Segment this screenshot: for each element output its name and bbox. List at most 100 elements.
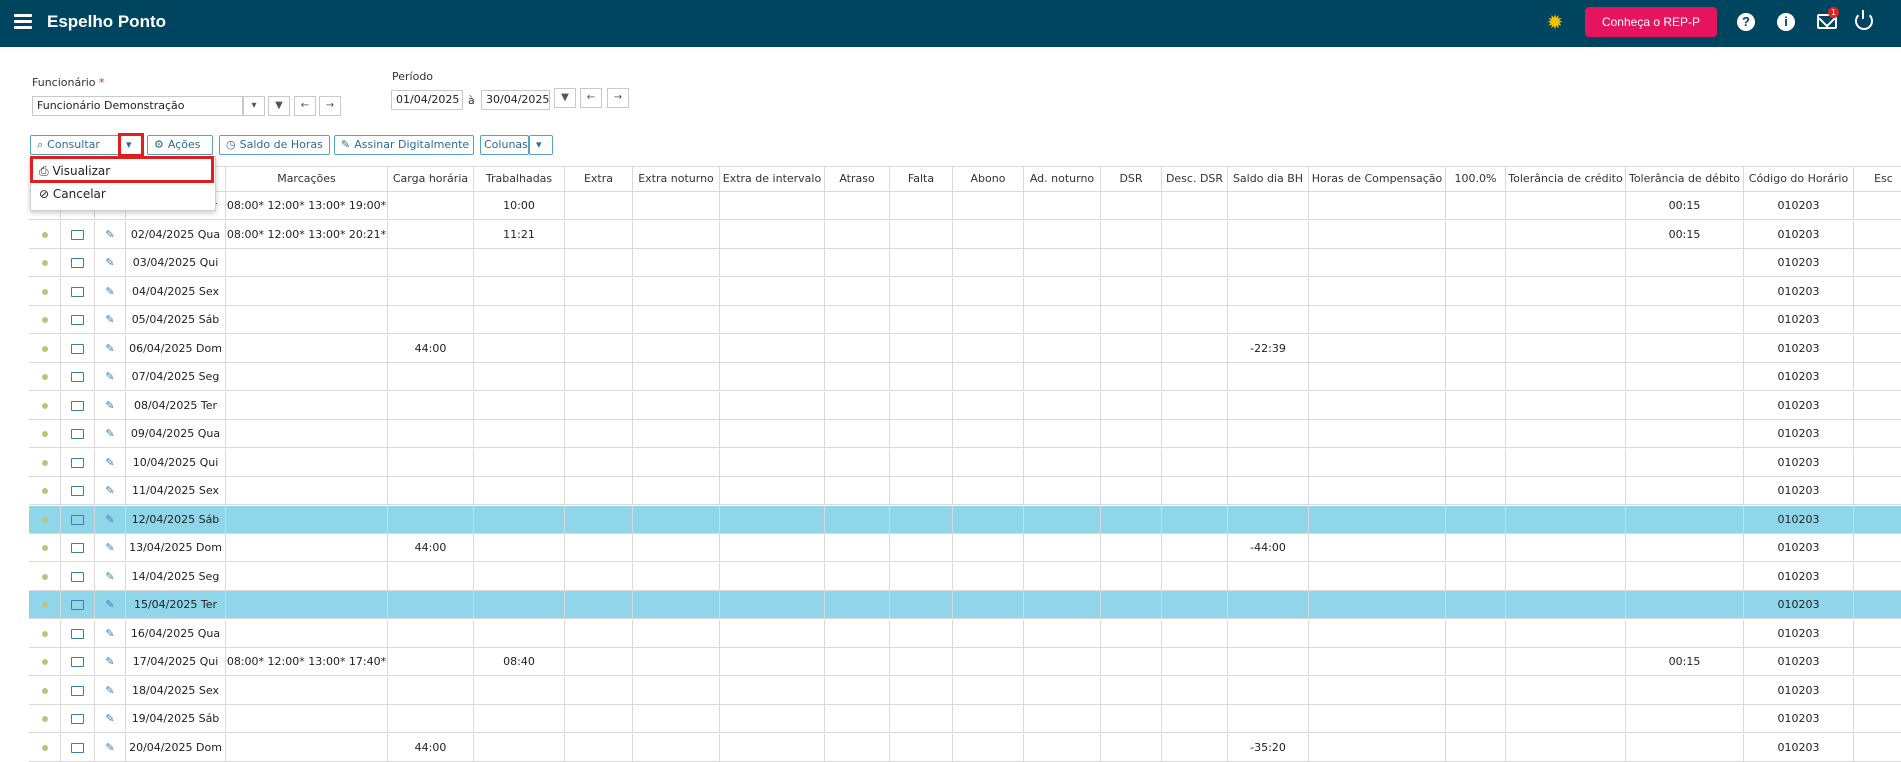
- consultar-button[interactable]: ⌕ Consultar: [30, 135, 121, 155]
- envelope-icon[interactable]: [61, 420, 95, 447]
- edit-icon[interactable]: ✎: [95, 619, 126, 647]
- edit-icon[interactable]: ✎: [95, 562, 126, 590]
- column-header[interactable]: Abono: [953, 167, 1024, 191]
- envelope-icon[interactable]: [61, 334, 95, 362]
- acoes-button[interactable]: ⚙ Ações: [147, 135, 213, 155]
- edit-icon[interactable]: ✎: [95, 249, 126, 276]
- edit-icon[interactable]: ✎: [95, 534, 126, 561]
- power-icon[interactable]: [1855, 10, 1873, 30]
- help-icon[interactable]: ?: [1737, 13, 1755, 31]
- column-header[interactable]: Desc. DSR: [1162, 167, 1228, 191]
- edit-icon[interactable]: ✎: [95, 648, 126, 675]
- column-header[interactable]: Tolerância de débito: [1626, 167, 1744, 191]
- table-row[interactable]: ✎ 10/04/2025 Qui 010203: [29, 448, 1901, 477]
- hamburger-menu-icon[interactable]: [14, 14, 32, 30]
- edit-icon[interactable]: ✎: [95, 220, 126, 248]
- edit-icon[interactable]: ✎: [95, 705, 126, 732]
- colunas-dropdown-button[interactable]: ▾: [529, 135, 553, 155]
- envelope-icon[interactable]: [61, 619, 95, 647]
- date-from-input[interactable]: 01/04/2025: [391, 90, 463, 110]
- envelope-icon[interactable]: [61, 220, 95, 248]
- column-header[interactable]: Falta: [890, 167, 953, 191]
- edit-icon[interactable]: ✎: [95, 676, 126, 704]
- edit-icon[interactable]: ✎: [95, 277, 126, 305]
- table-row[interactable]: ✎ 05/04/2025 Sáb 010203: [29, 306, 1901, 334]
- envelope-icon[interactable]: [61, 705, 95, 732]
- colunas-button[interactable]: Colunas: [480, 135, 529, 155]
- envelope-icon[interactable]: [61, 505, 95, 533]
- envelope-icon[interactable]: [61, 676, 95, 704]
- saldo-horas-button[interactable]: ◷ Saldo de Horas: [219, 135, 330, 155]
- table-row[interactable]: ✎ 11/04/2025 Sex 010203: [29, 477, 1901, 505]
- envelope-icon[interactable]: [61, 733, 95, 761]
- gear-icon[interactable]: ✹: [1545, 12, 1565, 32]
- envelope-icon[interactable]: [61, 249, 95, 276]
- filter-icon[interactable]: ▼: [268, 96, 290, 116]
- column-header[interactable]: Extra de intervalo: [720, 167, 825, 191]
- column-header[interactable]: 100.0%: [1446, 167, 1506, 191]
- edit-icon[interactable]: ✎: [95, 306, 126, 333]
- edit-icon[interactable]: ✎: [95, 420, 126, 447]
- envelope-icon[interactable]: [61, 448, 95, 476]
- table-row[interactable]: ✎ 03/04/2025 Qui 010203: [29, 249, 1901, 277]
- column-header[interactable]: Carga horária: [388, 167, 474, 191]
- chevron-down-icon[interactable]: ▾: [243, 96, 265, 116]
- table-row[interactable]: ✎01/04/2025 Ter08:00* 12:00* 13:00* 19:0…: [29, 192, 1901, 220]
- edit-icon[interactable]: ✎: [95, 733, 126, 761]
- info-icon[interactable]: i: [1777, 13, 1795, 31]
- menu-item-cancelar[interactable]: ⊘ Cancelar: [31, 182, 213, 206]
- table-row[interactable]: ✎ 19/04/2025 Sáb 010203: [29, 705, 1901, 733]
- column-header[interactable]: DSR: [1101, 167, 1162, 191]
- employee-select[interactable]: Funcionário Demonstração: [32, 96, 243, 116]
- rep-p-button[interactable]: Conheça o REP-P: [1585, 7, 1717, 37]
- table-row[interactable]: ✎ 12/04/2025 Sáb 010203: [29, 505, 1901, 534]
- envelope-icon[interactable]: [61, 477, 95, 504]
- edit-icon[interactable]: ✎: [95, 591, 126, 618]
- envelope-icon[interactable]: [61, 648, 95, 675]
- envelope-icon[interactable]: [61, 363, 95, 390]
- table-row[interactable]: ✎ 04/04/2025 Sex 010203: [29, 277, 1901, 306]
- table-row[interactable]: ✎ 14/04/2025 Seg 010203: [29, 562, 1901, 591]
- column-header[interactable]: Tolerância de crédito: [1506, 167, 1626, 191]
- table-row[interactable]: ✎ 06/04/2025 Dom 44:00 -22:39 010203: [29, 334, 1901, 363]
- column-header[interactable]: Horas de Compensação: [1309, 167, 1446, 191]
- edit-icon[interactable]: ✎: [95, 391, 126, 419]
- column-header[interactable]: Saldo dia BH: [1228, 167, 1309, 191]
- column-header[interactable]: Esc: [1854, 167, 1901, 191]
- edit-icon[interactable]: ✎: [95, 363, 126, 390]
- envelope-icon[interactable]: [61, 591, 95, 618]
- column-header[interactable]: Extra: [565, 167, 633, 191]
- column-header[interactable]: Código do Horário: [1744, 167, 1854, 191]
- envelope-icon[interactable]: [61, 391, 95, 419]
- column-header[interactable]: Extra noturno: [633, 167, 720, 191]
- column-header[interactable]: Ad. noturno: [1024, 167, 1101, 191]
- envelope-icon[interactable]: [61, 562, 95, 590]
- assinar-button[interactable]: ✎ Assinar Digitalmente: [334, 135, 474, 155]
- column-header[interactable]: Trabalhadas: [474, 167, 565, 191]
- envelope-icon[interactable]: [61, 534, 95, 561]
- table-row[interactable]: ✎ 16/04/2025 Qua 010203: [29, 619, 1901, 648]
- column-header[interactable]: Marcações: [226, 167, 388, 191]
- table-row[interactable]: ✎ 08/04/2025 Ter 010203: [29, 391, 1901, 420]
- edit-icon[interactable]: ✎: [95, 477, 126, 504]
- table-row[interactable]: ✎ 07/04/2025 Seg 010203: [29, 363, 1901, 391]
- envelope-icon[interactable]: [61, 277, 95, 305]
- table-row[interactable]: ✎ 18/04/2025 Sex 010203: [29, 676, 1901, 705]
- table-row[interactable]: ✎ 13/04/2025 Dom 44:00 -44:00 010203: [29, 534, 1901, 562]
- date-to-input[interactable]: 30/04/2025: [481, 90, 550, 110]
- edit-icon[interactable]: ✎: [95, 505, 126, 533]
- column-header[interactable]: Atraso: [825, 167, 890, 191]
- period-next-icon[interactable]: →: [607, 88, 629, 108]
- edit-icon[interactable]: ✎: [95, 334, 126, 362]
- table-row[interactable]: ✎ 09/04/2025 Qua 010203: [29, 420, 1901, 448]
- table-row[interactable]: ✎ 17/04/2025 Qui 08:00* 12:00* 13:00* 17:4…: [29, 648, 1901, 676]
- period-filter-icon[interactable]: ▼: [554, 88, 576, 108]
- edit-icon[interactable]: ✎: [95, 448, 126, 476]
- arrow-right-icon[interactable]: →: [319, 96, 341, 116]
- table-row[interactable]: ✎ 02/04/2025 Qua 08:00* 12:00* 13:00* 20:2…: [29, 220, 1901, 249]
- table-row[interactable]: ✎ 20/04/2025 Dom 44:00 -35:20 010203: [29, 733, 1901, 762]
- envelope-icon[interactable]: [61, 306, 95, 333]
- table-row[interactable]: ✎ 15/04/2025 Ter 010203: [29, 591, 1901, 619]
- period-prev-icon[interactable]: ←: [580, 88, 602, 108]
- arrow-left-icon[interactable]: ←: [294, 96, 316, 116]
